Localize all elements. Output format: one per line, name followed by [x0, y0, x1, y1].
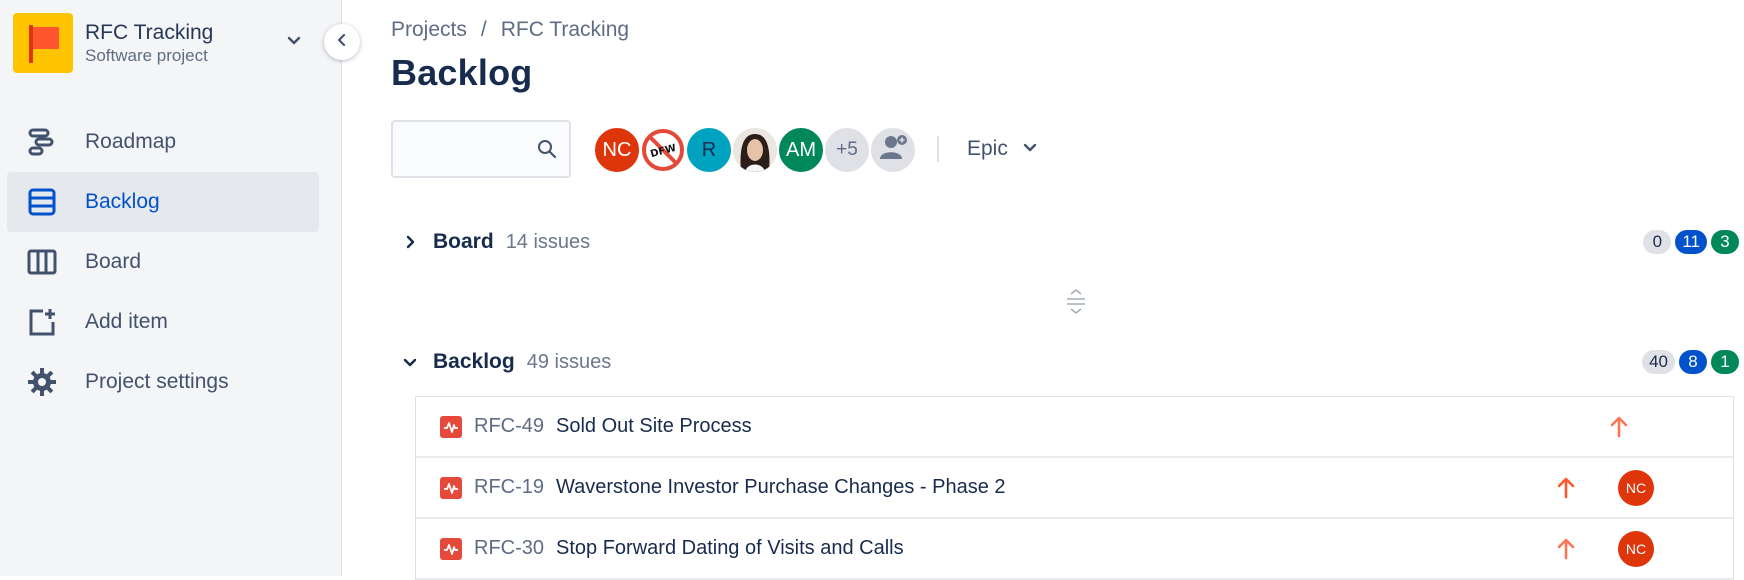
add-person-icon: [877, 131, 909, 169]
gear-icon: [25, 365, 59, 399]
chevron-down-icon[interactable]: [284, 30, 304, 50]
issue-summary: Stop Forward Dating of Visits and Calls: [556, 537, 904, 559]
issue-summary: Sold Out Site Process: [556, 415, 752, 437]
sidebar: RFC Tracking Software project Roadmap Ba…: [0, 0, 342, 576]
issue-row[interactable]: RFC-30 Stop Forward Dating of Visits and…: [416, 519, 1733, 580]
sidebar-item-board[interactable]: Board: [7, 232, 319, 292]
avatar-logo[interactable]: DFW: [639, 126, 687, 174]
issue-type-icon: [440, 537, 462, 560]
sidebar-item-label: Add item: [85, 310, 168, 333]
done-count-badge: 3: [1711, 230, 1739, 254]
page-title: Backlog: [391, 52, 533, 93]
breadcrumb: Projects / RFC Tracking: [391, 18, 629, 42]
avatar[interactable]: R: [685, 126, 733, 174]
backlog-icon: [25, 185, 59, 219]
avatar[interactable]: AM: [777, 126, 825, 174]
sidebar-item-label: Roadmap: [85, 130, 177, 153]
epic-filter-dropdown[interactable]: Epic: [967, 128, 1038, 170]
issue-row[interactable]: RFC-19 Waverstone Investor Purchase Chan…: [416, 458, 1733, 519]
sidebar-nav: Roadmap Backlog Board Add item Project s…: [7, 112, 319, 412]
project-avatar: [13, 13, 73, 73]
issue-key[interactable]: RFC-49: [474, 415, 544, 438]
search-icon: [537, 139, 557, 164]
assignee-avatar[interactable]: NC: [1618, 470, 1654, 506]
assignee-avatar[interactable]: NC: [1618, 531, 1654, 567]
sidebar-item-label: Project settings: [85, 370, 229, 393]
todo-count-badge: 40: [1642, 350, 1675, 374]
toolbar: NC DFW R AM +5 Epic: [391, 120, 1691, 178]
search-box[interactable]: [391, 120, 571, 178]
project-header[interactable]: RFC Tracking Software project: [13, 12, 313, 74]
status-badges: 40 8 1: [1642, 350, 1739, 374]
todo-count-badge: 0: [1643, 230, 1672, 254]
chevron-down-icon: [1022, 137, 1038, 161]
more-avatars-button[interactable]: +5: [823, 126, 871, 174]
resize-handle-icon[interactable]: [1064, 288, 1088, 321]
breadcrumb-current[interactable]: RFC Tracking: [501, 18, 629, 41]
breadcrumb-separator: /: [480, 18, 487, 41]
status-badges: 0 11 3: [1643, 230, 1739, 254]
add-people-button[interactable]: [869, 126, 917, 174]
issue-key[interactable]: RFC-19: [474, 476, 544, 499]
in-progress-count-badge: 8: [1679, 350, 1707, 374]
issue-count: 14 issues: [505, 230, 591, 253]
sidebar-item-roadmap[interactable]: Roadmap: [7, 112, 319, 172]
main-content: Projects / RFC Tracking Backlog NC DFW R A…: [391, 0, 1744, 580]
issue-type-icon: [440, 476, 462, 499]
priority-high-icon: [1557, 538, 1575, 565]
board-section-header[interactable]: Board 14 issues 0 11 3: [391, 222, 1739, 262]
avatar-photo[interactable]: [731, 126, 779, 174]
search-input[interactable]: [393, 122, 523, 174]
done-count-badge: 1: [1711, 350, 1739, 374]
toolbar-divider: [937, 136, 939, 162]
chevron-down-icon[interactable]: [395, 347, 425, 377]
chevron-left-icon: [335, 33, 349, 52]
sidebar-item-project-settings[interactable]: Project settings: [7, 352, 319, 412]
priority-highest-icon: [1557, 477, 1575, 504]
sidebar-item-add-item[interactable]: Add item: [7, 292, 319, 352]
backlog-issue-list: RFC-49 Sold Out Site Process RFC-19 Wave…: [415, 396, 1734, 580]
issue-count: 49 issues: [526, 350, 612, 373]
backlog-section-header[interactable]: Backlog 49 issues 40 8 1: [391, 342, 1739, 382]
section-title: Backlog: [433, 350, 515, 373]
issue-summary: Waverstone Investor Purchase Changes - P…: [556, 476, 1006, 498]
epic-filter-label: Epic: [967, 137, 1008, 160]
add-item-icon: [25, 305, 59, 339]
collapse-sidebar-button[interactable]: [324, 24, 360, 60]
avatar[interactable]: NC: [593, 126, 641, 174]
sidebar-item-backlog[interactable]: Backlog: [7, 172, 319, 232]
chevron-right-icon[interactable]: [395, 227, 425, 257]
issue-row[interactable]: RFC-49 Sold Out Site Process: [416, 397, 1733, 458]
in-progress-count-badge: 11: [1675, 230, 1707, 254]
issue-key[interactable]: RFC-30: [474, 537, 544, 560]
sidebar-item-label: Backlog: [85, 190, 160, 213]
board-icon: [25, 245, 59, 279]
roadmap-icon: [25, 125, 59, 159]
project-name: RFC Tracking: [85, 20, 214, 44]
project-type: Software project: [85, 45, 208, 65]
section-title: Board: [433, 230, 494, 253]
breadcrumb-projects[interactable]: Projects: [391, 18, 467, 41]
issue-type-icon: [440, 415, 462, 438]
priority-high-icon: [1610, 416, 1628, 443]
sidebar-item-label: Board: [85, 250, 142, 273]
